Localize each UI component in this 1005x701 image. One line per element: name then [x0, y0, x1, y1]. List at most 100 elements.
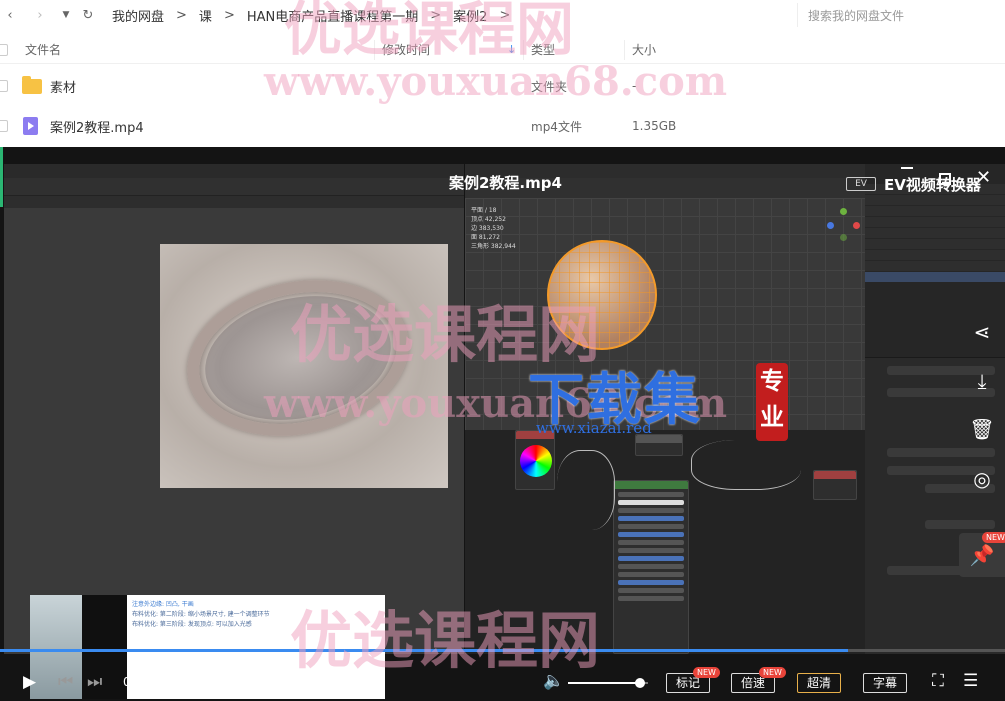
fullscreen-icon[interactable]: ⛶ — [932, 671, 944, 691]
gizmo-y-icon — [840, 208, 847, 215]
viewport-stat-line: 边 383,530 — [471, 225, 504, 232]
column-header-type[interactable]: 类型 — [531, 41, 555, 58]
column-divider — [624, 40, 625, 60]
search-input[interactable]: 搜索我的网盘文件 — [797, 3, 925, 27]
row-checkbox[interactable] — [0, 120, 8, 132]
node-socket — [618, 540, 684, 545]
node-wire — [557, 450, 615, 530]
node-socket — [618, 524, 684, 529]
file-size: - — [632, 79, 637, 93]
3d-viewport: 平面 / 18 顶点 42,252 边 383,530 面 81,272 三角形… — [465, 198, 865, 430]
node-socket — [618, 580, 684, 585]
outliner-row — [865, 261, 1005, 271]
navigation-gizmo-icon — [827, 208, 861, 242]
node-socket — [618, 596, 684, 601]
close-icon[interactable]: ✕ — [976, 167, 991, 188]
outliner-row — [865, 206, 1005, 216]
breadcrumb-item[interactable]: HAN电商产品直播课程第一期 — [247, 6, 418, 25]
video-file-icon — [23, 117, 38, 135]
file-list-header: 文件名 修改时间 ↓ 类型 大小 — [0, 36, 1005, 64]
node-socket — [618, 508, 684, 513]
column-header-modified[interactable]: 修改时间 — [382, 41, 430, 58]
column-header-name[interactable]: 文件名 — [25, 41, 61, 58]
props-field — [925, 520, 995, 529]
folder-icon — [22, 75, 42, 94]
outliner-row — [865, 239, 1005, 249]
sort-down-icon[interactable]: ↓ — [507, 43, 516, 56]
column-header-size[interactable]: 大小 — [632, 41, 656, 58]
play-icon[interactable]: ▶ — [23, 672, 36, 692]
refresh-icon[interactable]: ↻ — [80, 8, 96, 23]
back-icon[interactable]: ‹ — [2, 8, 18, 23]
accent-stripe — [0, 147, 3, 207]
viewport-stats: 平面 / 18 顶点 42,252 边 383,530 面 81,272 三角形… — [471, 206, 516, 251]
volume-slider[interactable] — [568, 678, 648, 688]
outliner-row — [865, 250, 1005, 260]
node-header — [814, 471, 856, 479]
next-icon[interactable]: ⏭ — [87, 672, 102, 692]
node-socket — [618, 516, 684, 521]
playlist-icon[interactable]: ☰ — [963, 671, 978, 691]
video-player[interactable]: 平面 / 18 顶点 42,252 边 383,530 面 81,272 三角形… — [0, 147, 1005, 701]
ring-outer — [172, 260, 424, 456]
outliner-row — [865, 217, 1005, 227]
column-divider — [523, 40, 524, 60]
outliner-row — [865, 228, 1005, 238]
gizmo-neg-y-icon — [840, 234, 847, 241]
progress-bar[interactable] — [0, 649, 1005, 652]
outliner-row-selected — [865, 272, 1005, 282]
color-node — [515, 430, 555, 490]
blender-toolbar — [4, 178, 464, 196]
breadcrumb-item[interactable]: 课 — [199, 6, 212, 25]
previous-icon[interactable]: ⏮ — [58, 672, 73, 692]
download-icon[interactable]: ⤓ — [959, 359, 1005, 403]
gizmo-x-icon — [853, 222, 860, 229]
breadcrumb-item[interactable]: 案例2 — [453, 6, 487, 25]
file-row[interactable]: 案例2教程.mp4 mp4文件 1.35GB — [0, 106, 1005, 146]
file-name[interactable]: 素材 — [50, 77, 76, 96]
notes-line: 布料优化: 第二阶段: 缩小场景尺寸, 建一个调整环节 — [132, 611, 270, 618]
breadcrumb-item[interactable]: 我的网盘 — [112, 6, 164, 25]
viewport-stat-line: 面 81,272 — [471, 234, 500, 241]
breadcrumb-separator-icon: > — [430, 7, 442, 23]
blender-subtoolbar — [4, 196, 464, 208]
selected-sphere — [547, 240, 657, 350]
row-checkbox[interactable] — [0, 80, 8, 92]
blender-menubar — [4, 164, 464, 178]
player-title: 案例2教程.mp4 — [449, 174, 562, 192]
progress-fill — [0, 649, 849, 652]
history-dropdown-icon[interactable]: ▼ — [58, 10, 74, 20]
video-frame-viewport-panel: 平面 / 18 顶点 42,252 边 383,530 面 81,272 三角形… — [465, 164, 865, 654]
viewport-stat-line: 顶点 42,252 — [471, 216, 506, 223]
file-type: 文件夹 — [531, 79, 568, 94]
forward-icon[interactable]: › — [32, 8, 48, 23]
node-wire — [691, 440, 801, 490]
share-icon[interactable]: ⋖ — [959, 310, 1005, 354]
outliner-row — [865, 195, 1005, 205]
select-all-checkbox[interactable] — [0, 43, 8, 56]
ring-render-image — [160, 244, 448, 488]
playback-time: 02:10:00 / 02:34:10 — [123, 675, 243, 689]
ev-converter-label[interactable]: EV视频转换器 — [884, 174, 981, 195]
current-time: 02:10:00 — [123, 675, 177, 689]
node-socket — [618, 572, 684, 577]
notes-line: 布料优化: 第三阶段: 发现顶点: 可以加入光感 — [132, 621, 252, 628]
minimize-icon[interactable] — [901, 167, 913, 169]
delete-icon[interactable]: 🗑 — [959, 407, 1005, 451]
shader-node-editor — [465, 430, 865, 654]
gizmo-z-icon — [827, 222, 834, 229]
subtitle-button[interactable]: 字幕 — [863, 673, 907, 693]
quality-button[interactable]: 超清 — [797, 673, 841, 693]
file-name[interactable]: 案例2教程.mp4 — [50, 117, 144, 136]
new-badge: NEW — [759, 667, 786, 678]
ev-plugin-badge[interactable]: EV — [846, 177, 876, 191]
target-icon[interactable]: ◎ — [959, 457, 1005, 501]
principled-bsdf-node — [613, 480, 689, 654]
volume-knob[interactable] — [635, 678, 645, 688]
node-header — [614, 481, 688, 489]
file-row[interactable]: 素材 文件夹 - — [0, 66, 1005, 106]
volume-icon[interactable]: 🔈 — [543, 671, 564, 691]
breadcrumb-separator-icon: > — [499, 7, 511, 23]
maximize-icon[interactable] — [939, 173, 951, 185]
mix-node — [635, 434, 683, 456]
